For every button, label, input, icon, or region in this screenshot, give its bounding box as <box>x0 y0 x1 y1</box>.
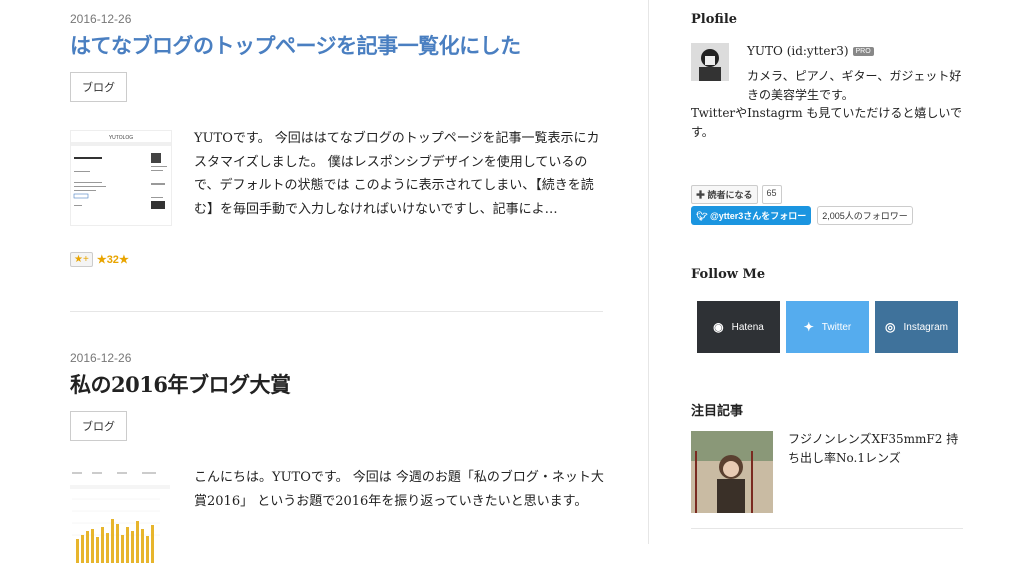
entry-title-link[interactable]: 私の2016年ブログ大賞 <box>70 371 603 399</box>
profile-name[interactable]: YUTO (id:ytter3) PRO <box>747 44 874 58</box>
star-count[interactable]: ★32★ <box>97 253 129 266</box>
entry: 2016-12-26 はてなブログのトップページを記事一覧化にした ブログ YU… <box>70 12 603 267</box>
popular-entry-title[interactable]: フジノンレンズXF35mmF2 持ち出し率No.1レンズ <box>788 430 968 468</box>
twitter-follow-button[interactable]: 🐦︎ @ytter3さんをフォロー <box>691 206 812 225</box>
subscribe-label: 読者になる <box>707 190 753 200</box>
entry-body: YUTOLOG YUTOです。 今回ははてなブログのトップページを記事一覧表示に… <box>70 130 603 240</box>
instagram-label: Instagram <box>903 321 948 333</box>
entry-date: 2016-12-26 <box>70 12 132 26</box>
subscribe-widget: ✚ 読者になる 65 <box>691 185 782 204</box>
subscribe-count: 65 <box>761 185 782 204</box>
entry-thumbnail[interactable] <box>70 469 170 563</box>
popular-heading: 注目記事 <box>691 404 744 419</box>
profile-description-2: TwitterやInstagrm も見ていただけると嬉しいです。 <box>691 106 963 139</box>
entry-body: こんにちは。YUTOです。 今回は 今週のお題「私のブログ・ネット大賞2016」… <box>70 469 604 579</box>
hatena-icon: ◉ <box>713 320 724 334</box>
follow-me-heading: Follow Me <box>691 267 766 282</box>
plus-icon: ✚ <box>696 190 708 200</box>
avatar[interactable] <box>691 43 729 81</box>
popular-divider <box>691 528 963 529</box>
entry: 2016-12-26 私の2016年ブログ大賞 ブログ こんにちは。YUTOです… <box>70 351 604 579</box>
twitter-follow-me-button[interactable]: ✦ Twitter <box>786 301 869 353</box>
subscribe-button[interactable]: ✚ 読者になる <box>691 185 758 204</box>
hatena-follow-button[interactable]: ◉ Hatena <box>697 301 780 353</box>
twitter-icon: ✦ <box>803 320 814 334</box>
add-star-button[interactable]: ★+ <box>70 252 93 267</box>
entry-title-link[interactable]: はてなブログのトップページを記事一覧化にした <box>70 32 603 60</box>
twitter-follow-widget: 🐦︎ @ytter3さんをフォロー 2,005人のフォロワー <box>691 206 913 225</box>
entry-excerpt: こんにちは。YUTOです。 今回は 今週のお題「私のブログ・ネット大賞2016」… <box>194 470 604 509</box>
twitter-label: Twitter <box>821 321 852 333</box>
popular-entry-image <box>691 431 773 513</box>
instagram-icon: ◎ <box>885 320 896 334</box>
popular-entry-thumbnail[interactable] <box>691 431 773 513</box>
category-tag[interactable]: ブログ <box>70 411 127 441</box>
thumbnail-image: YUTOLOG <box>71 131 171 225</box>
star-row: ★+ ★32★ <box>70 252 129 267</box>
thumbnail-image <box>70 469 170 563</box>
twitter-follower-count[interactable]: 2,005人のフォロワー <box>817 206 913 225</box>
twitter-follow-label: @ytter3さんをフォロー <box>709 211 807 221</box>
profile-description: カメラ、ピアノ、ギター、ガジェット好きの美容学生です。 <box>747 69 962 102</box>
entry-divider <box>70 311 603 312</box>
column-divider <box>648 0 649 544</box>
avatar-image <box>691 43 729 81</box>
profile-heading: Plofile <box>691 12 738 27</box>
star-count-value: 32 <box>106 254 119 266</box>
instagram-follow-button[interactable]: ◎ Instagram <box>875 301 958 353</box>
hatena-label: Hatena <box>731 321 764 333</box>
thumb-heading: YUTOLOG <box>109 135 133 141</box>
profile-name-text: YUTO (id:ytter3) <box>747 44 849 58</box>
entry-date: 2016-12-26 <box>70 351 132 365</box>
twitter-bird-icon: 🐦︎ <box>696 211 710 221</box>
pro-badge: PRO <box>852 47 874 56</box>
category-tag[interactable]: ブログ <box>70 72 127 102</box>
entry-thumbnail[interactable]: YUTOLOG <box>70 130 172 226</box>
entry-excerpt: YUTOです。 今回ははてなブログのトップページを記事一覧表示にカスタマイズしま… <box>194 131 600 217</box>
